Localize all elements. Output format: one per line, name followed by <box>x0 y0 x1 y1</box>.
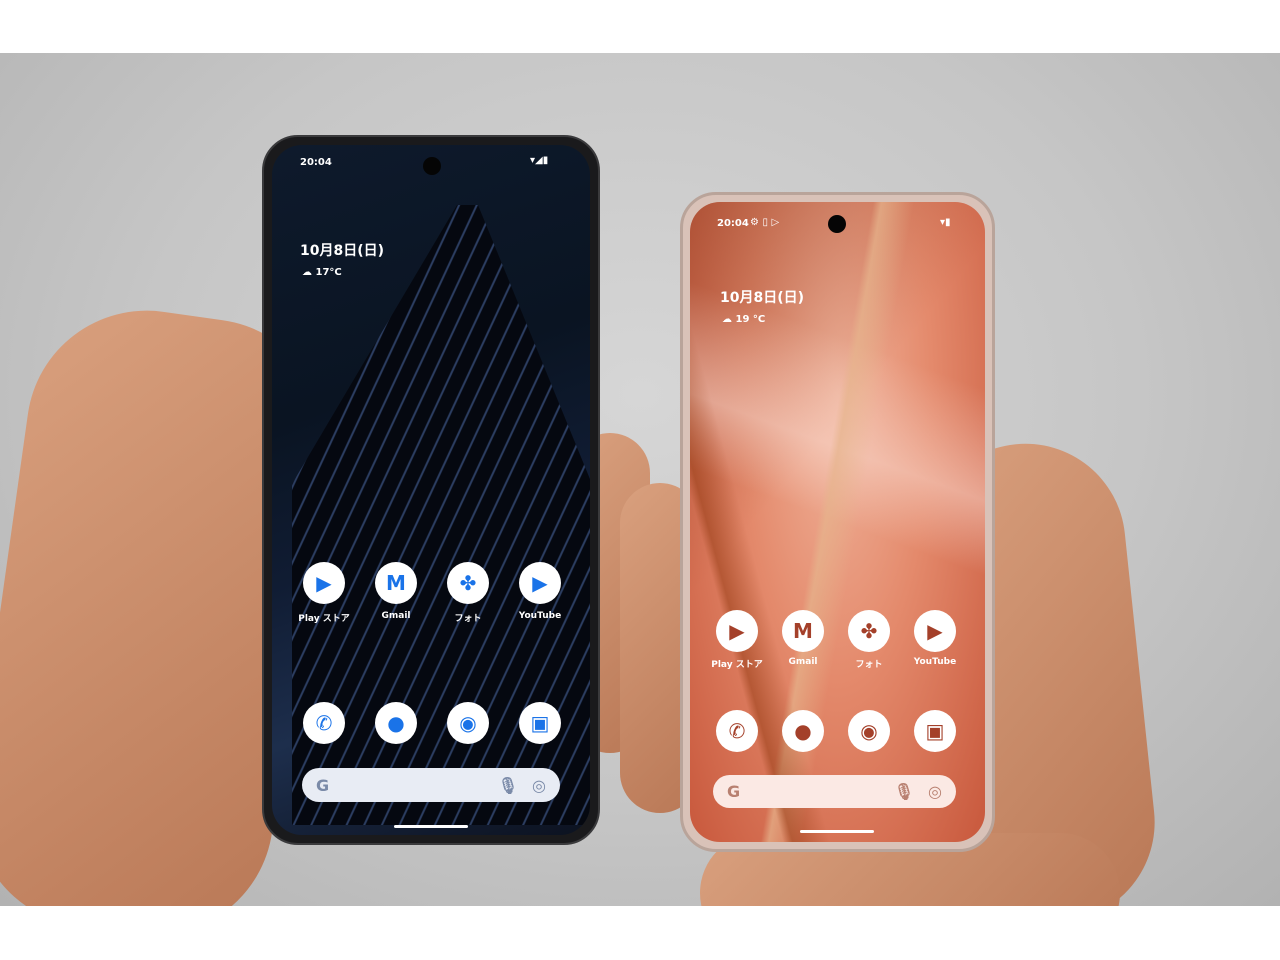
photo-backdrop <box>0 53 1280 906</box>
gesture-bar[interactable] <box>800 830 874 833</box>
right-phone: 20:04 ⚙ ▯ ▷ ▾▮ 10月8日(日) ☁ 19 °C ▶ M ✤ ▶ … <box>680 192 995 852</box>
photos-icon[interactable]: ✤ <box>447 562 489 604</box>
front-camera <box>828 215 846 233</box>
google-logo: G <box>727 782 741 801</box>
settings-icon: ⚙ <box>750 217 759 228</box>
app-label: フォト <box>454 614 482 624</box>
search-bar[interactable]: G 🎙 ◎ <box>713 775 956 808</box>
search-bar[interactable]: G 🎙 ◎ <box>302 768 560 802</box>
cloud-icon: ☁ <box>302 267 316 278</box>
gmail-icon[interactable]: M <box>782 610 824 652</box>
weather-widget[interactable]: ☁ 19 °C <box>722 314 765 325</box>
phone-icon[interactable]: ✆ <box>716 710 758 752</box>
status-icons: ▾◢▮ <box>530 155 548 166</box>
camera-icon[interactable]: ▣ <box>519 702 561 744</box>
messages-icon[interactable]: ● <box>375 702 417 744</box>
play-icon: ▷ <box>771 217 780 228</box>
cloud-icon: ☁ <box>722 314 736 325</box>
mic-icon[interactable]: 🎙 <box>498 776 518 795</box>
play-store-icon[interactable]: ▶ <box>303 562 345 604</box>
status-time: 20:04 <box>717 218 749 229</box>
photos-icon[interactable]: ✤ <box>848 610 890 652</box>
date-widget[interactable]: 10月8日(日) <box>720 287 804 307</box>
camera-icon[interactable]: ▣ <box>914 710 956 752</box>
play-store-icon[interactable]: ▶ <box>716 610 758 652</box>
left-phone: 20:04 ▾◢▮ 10月8日(日) ☁ 17°C ▶ M ✤ ▶ Play ス… <box>262 135 600 845</box>
phone-icon[interactable]: ✆ <box>303 702 345 744</box>
app-label: YouTube <box>913 657 957 667</box>
google-logo: G <box>316 775 330 795</box>
youtube-icon[interactable]: ▶ <box>914 610 956 652</box>
sim-icon: ▯ <box>762 217 768 228</box>
chrome-icon[interactable]: ◉ <box>848 710 890 752</box>
app-label: YouTube <box>518 611 562 621</box>
status-left-icons: ⚙ ▯ ▷ <box>750 217 779 228</box>
right-phone-screen: 20:04 ⚙ ▯ ▷ ▾▮ 10月8日(日) ☁ 19 °C ▶ M ✤ ▶ … <box>690 202 985 842</box>
battery-icon: ▮ <box>542 155 549 166</box>
battery-icon: ▮ <box>945 217 951 228</box>
chrome-icon[interactable]: ◉ <box>447 702 489 744</box>
lens-icon[interactable]: ◎ <box>928 782 942 801</box>
signal-icon: ◢ <box>535 155 543 166</box>
gesture-bar[interactable] <box>394 825 468 828</box>
temperature: 17°C <box>315 267 342 278</box>
gmail-icon[interactable]: M <box>375 562 417 604</box>
youtube-icon[interactable]: ▶ <box>519 562 561 604</box>
left-phone-screen: 20:04 ▾◢▮ 10月8日(日) ☁ 17°C ▶ M ✤ ▶ Play ス… <box>272 145 590 835</box>
app-label: Play ストア <box>298 614 350 624</box>
temperature: 19 °C <box>735 314 766 325</box>
app-label: Gmail <box>381 611 411 621</box>
messages-icon[interactable]: ● <box>782 710 824 752</box>
mic-icon[interactable]: 🎙 <box>894 782 914 801</box>
weather-widget[interactable]: ☁ 17°C <box>302 267 342 278</box>
lens-icon[interactable]: ◎ <box>532 776 546 795</box>
status-time: 20:04 <box>300 157 332 168</box>
front-camera <box>423 157 441 175</box>
date-widget[interactable]: 10月8日(日) <box>300 240 384 260</box>
status-icons: ▾▮ <box>940 217 951 228</box>
